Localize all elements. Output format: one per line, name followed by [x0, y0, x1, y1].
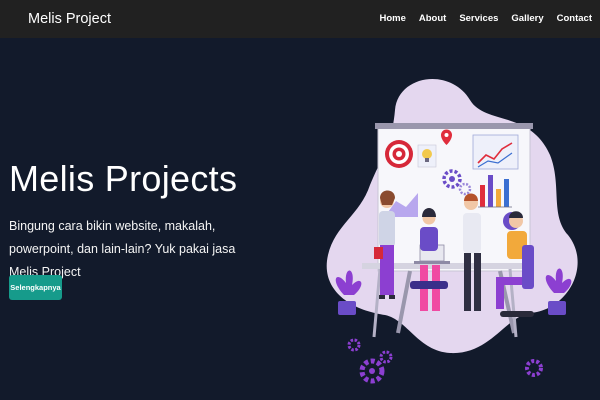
chair: [500, 311, 534, 317]
hero-title: Melis Projects: [9, 158, 238, 199]
hero-illustration: [326, 79, 578, 384]
nav-link-gallery[interactable]: Gallery: [511, 13, 543, 24]
nav-link-contact[interactable]: Contact: [557, 13, 592, 24]
chair: [410, 281, 448, 289]
hero-description: Bingung cara bikin website, makalah, pow…: [9, 219, 236, 279]
nav-menu: Home About Services Gallery Contact: [379, 13, 592, 24]
lightbulb-icon: [417, 144, 437, 168]
target-icon: [385, 140, 413, 168]
learn-more-button[interactable]: Selengkapnya: [9, 275, 62, 300]
nav-link-about[interactable]: About: [419, 13, 446, 24]
brand-logo[interactable]: Melis Project: [28, 11, 111, 27]
nav-link-home[interactable]: Home: [379, 13, 405, 24]
navbar: Melis Project Home About Services Galler…: [0, 0, 600, 38]
line-chart-icon: [472, 134, 519, 170]
nav-link-services[interactable]: Services: [459, 13, 498, 24]
